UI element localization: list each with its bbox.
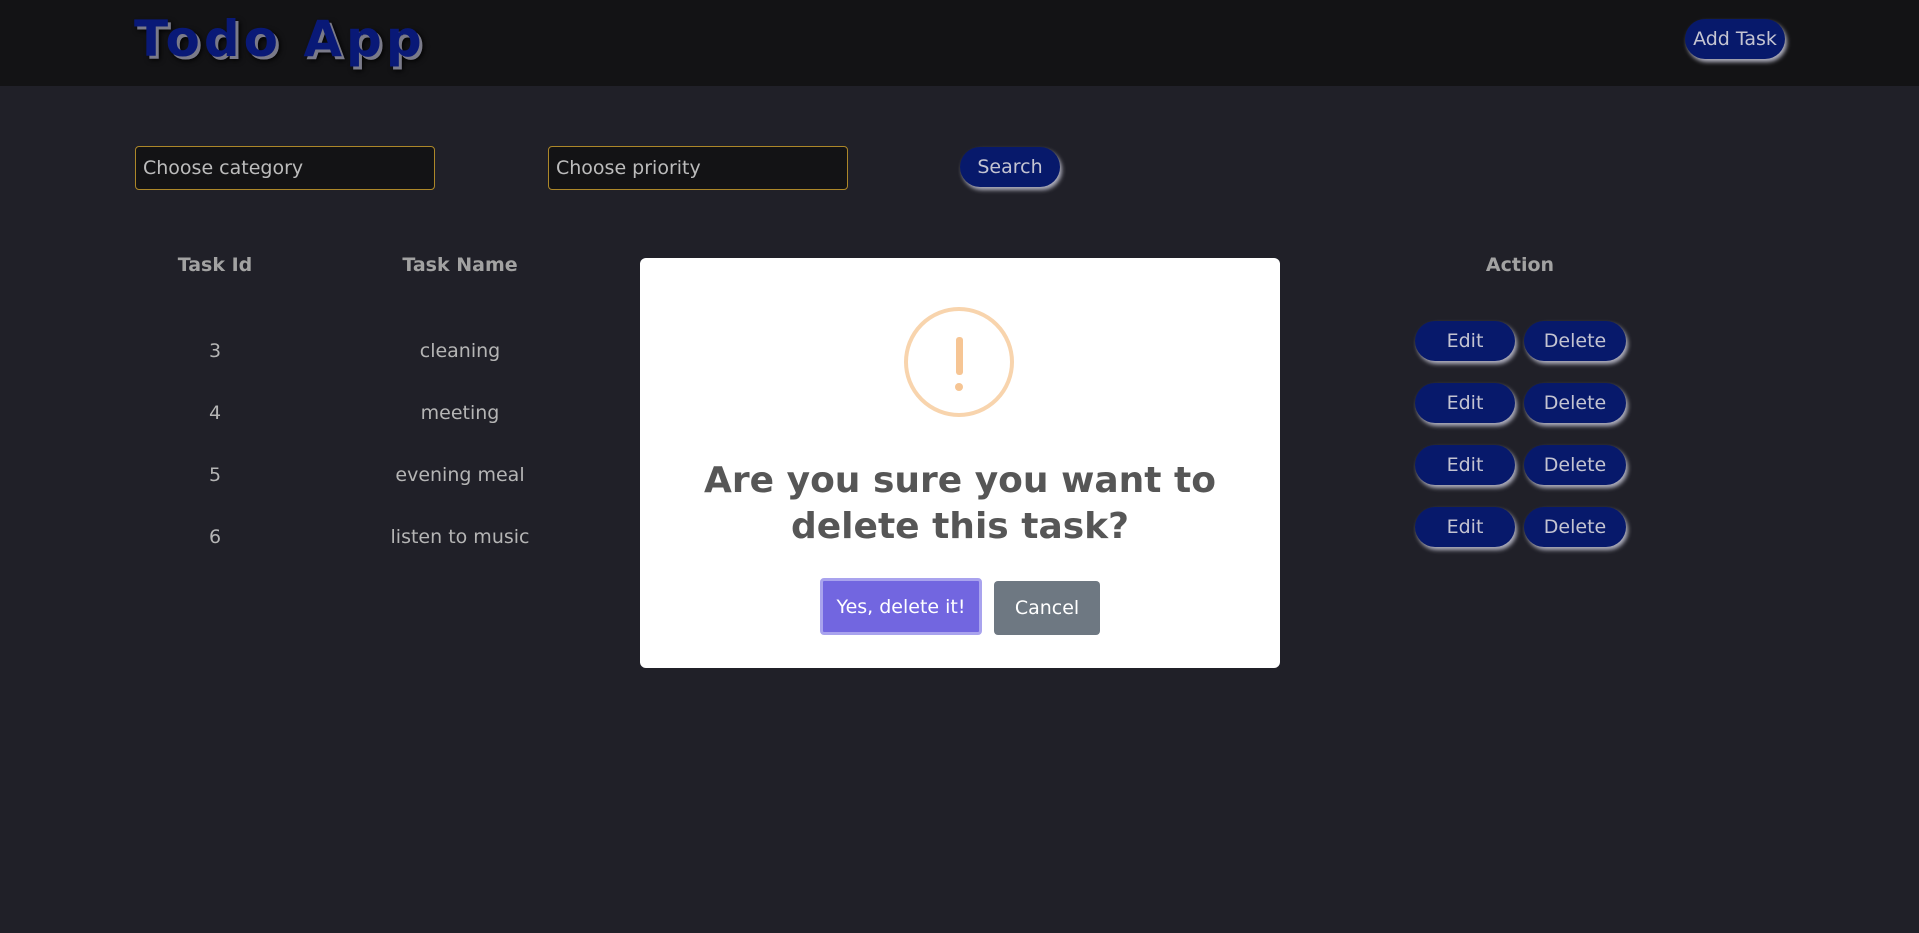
dialog-title: Are you sure you want to delete this tas… (704, 460, 1216, 547)
delete-confirm-dialog: Are you sure you want to delete this tas… (640, 258, 1280, 668)
cancel-button[interactable]: Cancel (994, 581, 1100, 635)
warning-icon (904, 307, 1014, 417)
confirm-delete-button[interactable]: Yes, delete it! (820, 578, 982, 635)
todo-page: Todo App Add Task Choose category Choose… (0, 0, 1919, 933)
